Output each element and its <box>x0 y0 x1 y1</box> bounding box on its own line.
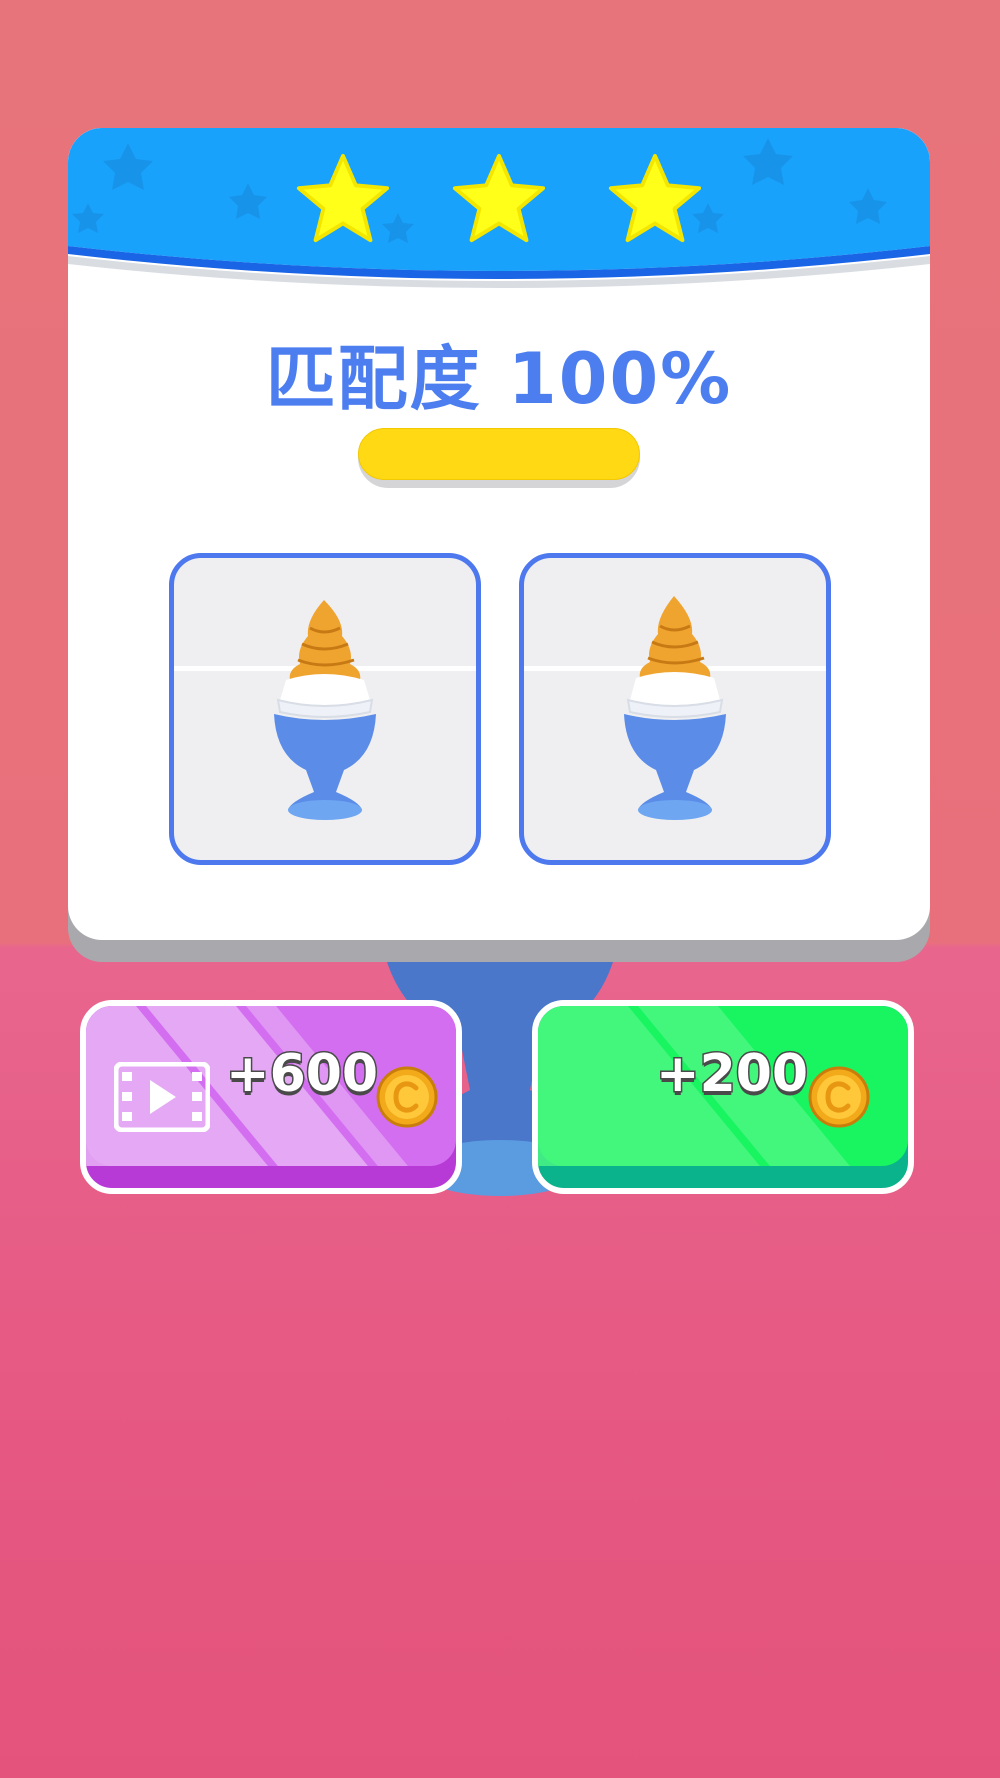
player-preview <box>519 553 831 865</box>
star-rating <box>68 150 930 248</box>
dessert-cup-icon <box>274 600 376 820</box>
normal-reward-amount: +200 <box>654 1043 809 1106</box>
coin-icon <box>376 1066 438 1128</box>
star-icon <box>296 153 390 243</box>
star-icon <box>608 153 702 243</box>
dessert-cup-icon <box>624 596 726 820</box>
video-reward-amount: +600 <box>224 1043 379 1106</box>
match-percentage-title: 匹配度 100% <box>265 338 733 420</box>
match-progress-fill <box>358 428 640 480</box>
result-card: 匹配度 100% <box>68 128 930 940</box>
claim-reward-button[interactable]: +200 <box>532 1000 914 1194</box>
watch-video-reward-button[interactable]: +600 <box>80 1000 462 1194</box>
coin-icon <box>808 1066 870 1128</box>
star-icon <box>452 153 546 243</box>
video-icon <box>114 1062 210 1132</box>
target-preview <box>169 553 481 865</box>
match-progress-bar <box>358 428 640 488</box>
